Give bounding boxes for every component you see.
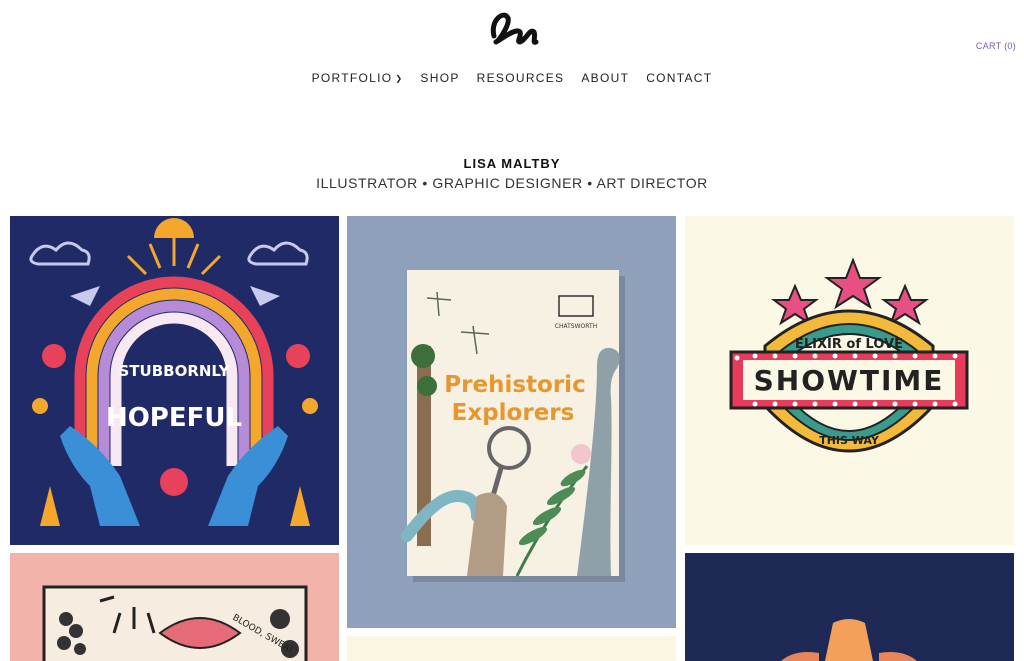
portfolio-tile-showtime[interactable]: ELIXIR of LOVE SHOWTIME THIS WAY [685,216,1014,545]
nav-about[interactable]: ABOUT [581,71,629,85]
portfolio-tile-navy[interactable] [685,553,1014,661]
logo-text: Lm [512,47,514,49]
chevron-down-icon: ❯ [395,74,404,83]
portfolio-tile-prehistoric-explorers[interactable]: CHATSWORTH Prehistoric Explorers [347,216,676,628]
artwork-text-2: Explorers [452,400,575,426]
nav-contact[interactable]: CONTACT [646,71,712,85]
blood-sweat-artwork: BLOOD, SWEAT [10,553,339,661]
portfolio-tile-blood-sweat[interactable]: BLOOD, SWEAT [10,553,339,661]
prehistoric-explorers-artwork: CHATSWORTH Prehistoric Explorers [347,216,676,628]
cart-link[interactable]: CART (0) [976,41,1016,51]
intro: LISA MALTBY ILLUSTRATOR • GRAPHIC DESIGN… [0,156,1024,191]
artwork-text-2: SHOWTIME [754,364,945,397]
nav-shop[interactable]: SHOP [420,71,459,85]
artwork-text-1: ELIXIR of LOVE [795,337,903,352]
artwork-text-3: CHATSWORTH [555,323,597,330]
artwork-text-3: THIS WAY [819,434,880,447]
site-logo[interactable]: Lm [486,6,540,50]
cream-artwork [347,636,676,661]
showtime-artwork: ELIXIR of LOVE SHOWTIME THIS WAY [685,216,1014,545]
artist-name: LISA MALTBY [463,156,561,171]
nav-portfolio[interactable]: PORTFOLIO ❯ [312,71,404,85]
main-nav: PORTFOLIO ❯ SHOP RESOURCES ABOUT CONTACT [0,71,1024,85]
artwork-text-1: STUBBORNLY [118,362,230,380]
artist-tagline: ILLUSTRATOR • GRAPHIC DESIGNER • ART DIR… [316,175,708,191]
stubbornly-hopeful-artwork: STUBBORNLY HOPEFUL [10,216,339,545]
nav-resources[interactable]: RESOURCES [477,71,565,85]
artwork-text-2: HOPEFUL [106,403,242,433]
portfolio-tile-cream[interactable] [347,636,676,661]
artwork-text-1: Prehistoric [444,372,585,398]
portfolio-tile-stubbornly-hopeful[interactable]: STUBBORNLY HOPEFUL [10,216,339,545]
navy-artwork [685,553,1014,661]
nav-portfolio-label: PORTFOLIO [311,71,393,85]
